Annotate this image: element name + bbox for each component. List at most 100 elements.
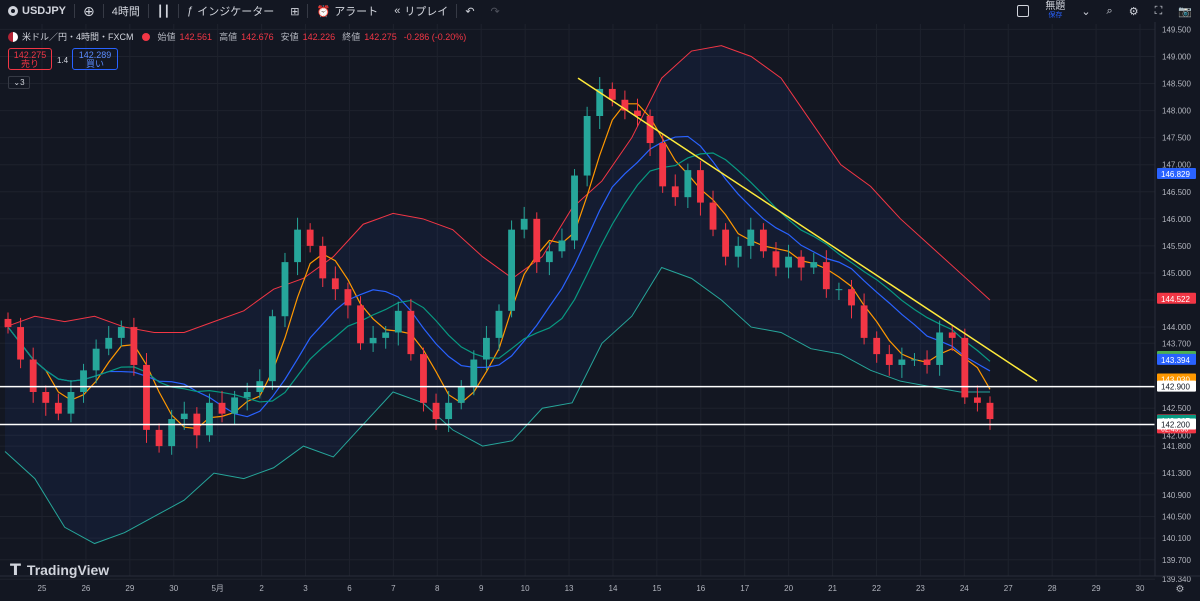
- candle-body: [168, 419, 176, 447]
- candle-body: [671, 186, 679, 198]
- candle-body: [822, 262, 830, 290]
- candles-icon: ┃┃: [156, 5, 171, 18]
- candle-body: [873, 337, 881, 355]
- spread-value: 1.4: [57, 56, 69, 65]
- candle-body: [684, 170, 692, 198]
- candle-body: [697, 170, 704, 203]
- price-label-text: 143.394: [1161, 356, 1190, 365]
- layouts-button[interactable]: ⊞: [282, 0, 307, 22]
- layout-name: 無題: [1045, 1, 1066, 12]
- candle-body: [709, 202, 717, 230]
- candle-body: [961, 337, 969, 398]
- candle-body: [646, 116, 654, 144]
- time-tick-label: 23: [916, 584, 925, 593]
- candle-body: [772, 251, 780, 268]
- redo-icon: ↷: [490, 5, 500, 18]
- layout-menu-button[interactable]: ⌄: [1073, 0, 1098, 22]
- tradingview-logo[interactable]: 𝗧 TradingView: [10, 560, 109, 580]
- replay-button[interactable]: « リプレイ: [386, 0, 456, 22]
- price-tick-label: 145.000: [1162, 269, 1191, 278]
- candle-body: [973, 397, 981, 403]
- top-toolbar: USDJPY ⊕ 4時間 ┃┃ ƒ インジケーター ⊞ ⏰ アラート « リプレ…: [0, 0, 1200, 23]
- price-chart[interactable]: 149.500149.000148.500148.000147.500147.0…: [0, 22, 1200, 601]
- candle-body: [898, 359, 906, 365]
- axis-settings-icon: ⚙: [1176, 584, 1185, 595]
- chevron-down-icon: ⌄: [1081, 5, 1091, 18]
- candle-body: [911, 359, 918, 361]
- undo-button[interactable]: ↶: [457, 0, 482, 22]
- price-tick-label: 148.000: [1162, 107, 1191, 116]
- price-tick-label: 145.500: [1162, 242, 1191, 251]
- candle-body: [382, 332, 390, 338]
- price-tick-label: 141.300: [1162, 469, 1191, 478]
- symbol-legend: 米ドル／円・4時間・FXCM 始値 142.561 高値 142.676 安値 142…: [8, 30, 469, 43]
- candle-body: [558, 240, 566, 252]
- close-label: 終値: [342, 32, 361, 42]
- pair-title[interactable]: 米ドル／円・4時間・FXCM: [22, 30, 134, 43]
- pair-flag-icon: [8, 31, 18, 42]
- toolbar-right: 無題 保存 ⌄ ⌕ ⚙ ⛶ 📷: [1009, 0, 1200, 22]
- price-tick-label: 140.100: [1162, 534, 1191, 543]
- candle-body: [495, 310, 503, 338]
- candle-body: [860, 305, 868, 338]
- price-tick-label: 139.700: [1162, 556, 1191, 565]
- candle-body: [80, 370, 87, 392]
- symbol-search[interactable]: USDJPY: [0, 0, 74, 22]
- candle-body: [420, 354, 427, 403]
- buy-button[interactable]: 142.289 買い: [72, 48, 118, 70]
- time-tick-label: 6: [347, 584, 352, 593]
- rewind-icon: «: [394, 5, 401, 17]
- sell-button[interactable]: 142.275 売り: [8, 48, 52, 70]
- time-tick-label: 15: [652, 584, 661, 593]
- candle-body: [734, 245, 742, 257]
- price-tick-label: 146.500: [1162, 188, 1191, 197]
- candle-body: [923, 359, 931, 365]
- redo-button[interactable]: ↷: [483, 0, 508, 22]
- indicators-button[interactable]: ƒ インジケーター: [179, 0, 282, 22]
- price-label-text: 146.829: [1161, 170, 1190, 179]
- price-label-text: 142.900: [1161, 383, 1190, 392]
- candle-body: [130, 327, 138, 365]
- candle-body: [482, 337, 490, 360]
- layout-toggle-button[interactable]: [1009, 0, 1037, 22]
- save-layout-button[interactable]: 無題 保存: [1037, 2, 1073, 20]
- candle-body: [835, 289, 843, 291]
- candle-body: [407, 310, 415, 355]
- time-tick-label: 9: [479, 584, 484, 593]
- high-label: 高値: [219, 32, 238, 42]
- candle-body: [143, 364, 150, 430]
- price-label-text: 144.522: [1161, 295, 1190, 304]
- time-tick-label: 8: [435, 584, 440, 593]
- alarm-clock-icon: ⏰: [316, 5, 331, 18]
- fullscreen-button[interactable]: ⛶: [1147, 0, 1171, 22]
- fullscreen-icon: ⛶: [1154, 4, 1163, 17]
- candle-body: [508, 229, 516, 311]
- candle-body: [231, 397, 239, 414]
- time-tick-label: 16: [696, 584, 705, 593]
- status-dot-icon: [141, 32, 150, 41]
- candle-body: [885, 354, 893, 365]
- candle-body: [331, 278, 339, 290]
- candle-body: [785, 256, 792, 268]
- compare-button[interactable]: ⊕: [75, 0, 103, 22]
- high-value: 142.676: [241, 31, 274, 42]
- candle-body: [759, 229, 767, 252]
- candle-body: [445, 402, 453, 420]
- alert-button[interactable]: ⏰ アラート: [308, 0, 386, 22]
- price-tick-label: 146.000: [1162, 215, 1191, 224]
- candle-body: [4, 318, 12, 328]
- candle-body: [206, 402, 213, 436]
- tv-logo-icon: 𝗧: [10, 562, 21, 579]
- quick-search-button[interactable]: ⌕: [1099, 0, 1121, 22]
- plus-circle-icon: ⊕: [83, 2, 95, 19]
- time-tick-label: 26: [81, 584, 90, 593]
- open-value: 142.561: [179, 31, 213, 42]
- candle-body: [533, 218, 541, 263]
- indicator-collapse-button[interactable]: ⌄3: [8, 76, 30, 89]
- snapshot-button[interactable]: 📷: [1170, 0, 1200, 22]
- candle-body: [470, 359, 478, 387]
- interval-button[interactable]: 4時間: [104, 0, 148, 22]
- settings-button[interactable]: ⚙: [1121, 0, 1147, 22]
- chart-type-button[interactable]: ┃┃: [149, 0, 178, 22]
- time-tick-label: 14: [609, 584, 618, 593]
